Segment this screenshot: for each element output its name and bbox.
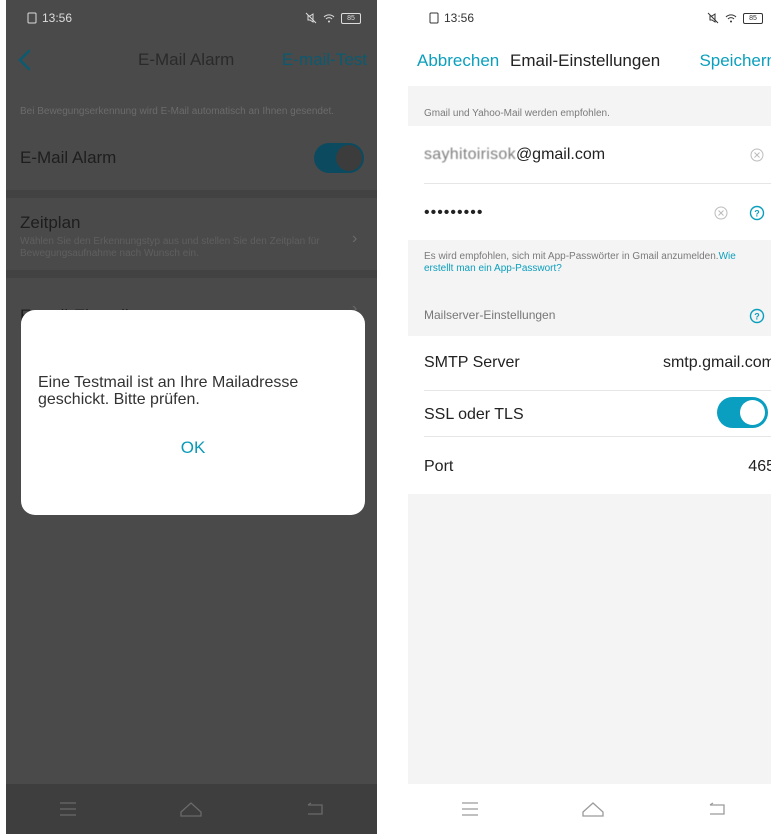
svg-text:?: ?: [754, 209, 760, 219]
home-icon[interactable]: [573, 794, 613, 824]
mute-icon: [707, 12, 719, 24]
wifi-icon: [323, 14, 335, 23]
status-time: 13:56: [42, 11, 73, 25]
zeitplan-description: Wählen Sie den Erkennungstyp aus und ste…: [20, 236, 320, 259]
password-field[interactable]: •••••••••: [424, 204, 483, 222]
save-button[interactable]: Speichern: [699, 51, 771, 71]
nav-bar: [408, 784, 771, 834]
email-field[interactable]: sayhitoirisok@gmail.com: [424, 146, 605, 164]
clear-icon[interactable]: [750, 148, 764, 162]
page-title: E-Mail Alarm: [138, 50, 235, 69]
smtp-value[interactable]: smtp.gmail.com: [663, 354, 771, 372]
help-icon[interactable]: ?: [749, 205, 765, 221]
mute-icon: [305, 12, 317, 24]
ssl-label: SSL oder TLS: [424, 406, 524, 423]
home-icon[interactable]: [171, 794, 211, 824]
back-nav-icon[interactable]: [295, 794, 335, 824]
menu-icon[interactable]: [48, 794, 88, 824]
wifi-icon: [725, 14, 737, 23]
app-password-hint: Es wird empfohlen, sich mit App-Passwört…: [424, 251, 736, 274]
nav-bar: [6, 784, 377, 834]
email-user: sayhitoirisok: [424, 146, 516, 163]
email-domain: @gmail.com: [515, 146, 606, 163]
right-phone-screen: 13:56 85 Abbrechen Email-Einstellungen S…: [408, 0, 771, 834]
email-test-button[interactable]: E-mail-Test: [282, 50, 367, 70]
ssl-toggle[interactable]: [717, 397, 768, 428]
status-bar: 13:56 85: [408, 0, 771, 36]
cancel-button[interactable]: Abbrechen: [417, 51, 499, 71]
ok-button[interactable]: OK: [21, 438, 365, 458]
svg-text:?: ?: [754, 312, 760, 322]
divider: [6, 270, 377, 278]
email-alarm-label: E-Mail Alarm: [20, 148, 117, 167]
clear-icon[interactable]: [714, 206, 728, 220]
battery-icon: 85: [341, 12, 361, 24]
zeitplan-label[interactable]: Zeitplan: [20, 213, 80, 233]
status-bar: 13:56 85: [6, 0, 377, 36]
server-section-label: Mailserver-Einstellungen: [424, 308, 556, 322]
status-time: 13:56: [444, 11, 475, 25]
sim-icon: [27, 12, 37, 24]
back-arrow-icon[interactable]: [14, 46, 38, 74]
page-title: Email-Einstellungen: [510, 51, 661, 70]
port-value[interactable]: 465: [748, 458, 771, 476]
left-phone-screen: 13:56 85 E-Mail Alarm E-mail-Test Bei Be…: [6, 0, 377, 834]
credentials-card: sayhitoirisok@gmail.com ••••••••• ?: [408, 126, 771, 240]
provider-hint: Gmail und Yahoo-Mail werden empfohlen.: [424, 108, 610, 119]
port-label: Port: [424, 458, 454, 475]
help-icon[interactable]: ?: [749, 308, 765, 324]
battery-icon: 85: [743, 12, 763, 24]
smtp-label: SMTP Server: [424, 354, 520, 371]
back-nav-icon[interactable]: [697, 794, 737, 824]
alarm-description: Bei Bewegungserkennung wird E-Mail autom…: [20, 106, 335, 117]
chevron-right-icon: ›: [352, 230, 358, 247]
header: Abbrechen Email-Einstellungen Speichern: [408, 36, 771, 86]
dialog-message: Eine Testmail ist an Ihre Mailadresse ge…: [38, 374, 299, 408]
divider: [6, 190, 377, 198]
email-alarm-toggle[interactable]: [314, 143, 364, 173]
test-mail-dialog: Eine Testmail ist an Ihre Mailadresse ge…: [21, 310, 365, 515]
header: E-Mail Alarm E-mail-Test: [6, 36, 377, 84]
sim-icon: [429, 12, 439, 24]
menu-icon[interactable]: [450, 794, 490, 824]
